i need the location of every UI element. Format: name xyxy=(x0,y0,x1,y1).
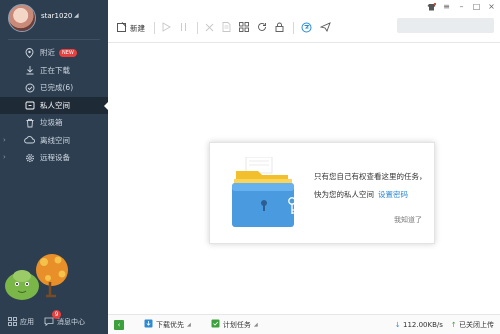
paper-plane-icon xyxy=(319,22,331,34)
menu-icon[interactable]: ≡ xyxy=(442,2,451,11)
skin-icon[interactable] xyxy=(427,2,436,11)
sidebar-item-label: 已完成(6) xyxy=(40,83,74,93)
arrow-up-icon: ↑ xyxy=(450,321,457,329)
sidebar-item-offline-space[interactable]: › 离线空间 xyxy=(0,132,108,150)
scheduled-tasks-button[interactable]: 计划任务 ◢ xyxy=(211,319,258,330)
grid-icon xyxy=(239,22,249,34)
got-it-button[interactable]: 我知道了 xyxy=(394,215,422,225)
lock-icon xyxy=(275,22,284,34)
chevron-right-icon[interactable]: › xyxy=(3,136,6,144)
apps-label: 应用 xyxy=(20,318,34,326)
apps-button[interactable]: 应用 xyxy=(8,316,34,328)
new-badge: NEW xyxy=(59,48,77,57)
new-task-label: 新建 xyxy=(130,23,145,33)
share-button[interactable] xyxy=(317,18,334,38)
sidebar-item-label: 正在下载 xyxy=(40,65,70,75)
sidebar-item-label: 垃圾箱 xyxy=(40,118,63,128)
user-menu-caret-icon[interactable]: ◢ xyxy=(74,12,79,19)
turbo-icon xyxy=(301,22,312,35)
location-icon xyxy=(24,47,35,58)
new-task-button[interactable]: 新建 xyxy=(114,18,148,38)
scheduled-tasks-icon xyxy=(211,319,220,330)
message-center-button[interactable]: 9 消息中心 xyxy=(44,309,85,328)
delete-button[interactable] xyxy=(202,18,217,38)
download-priority-label: 下载优先 xyxy=(156,320,184,329)
message-count-badge: 9 xyxy=(52,309,61,319)
message-icon xyxy=(44,317,54,328)
sidebar-nav: 附近 NEW 正在下载 已完成(6) 私人空间 垃圾箱 › 离线空间 › 远程设… xyxy=(0,44,109,167)
caret-icon: ◢ xyxy=(253,321,258,328)
turbo-button[interactable] xyxy=(298,18,315,38)
toolbar-divider xyxy=(108,42,500,43)
speed-info: ↓ 112.00KB/s ↑ 已关闭上传 xyxy=(395,320,494,330)
dialog-message-line2: 快为您的私人空间 设置密码 xyxy=(314,189,408,200)
sidebar: star1020 ◢ 附近 NEW 正在下载 已完成(6) 私人空间 垃圾箱 ›… xyxy=(0,0,109,334)
lock-button[interactable] xyxy=(272,18,287,38)
dialog-message-line1: 只有您自己有权查看这里的任务， xyxy=(314,172,427,181)
download-speed-value: 112.00KB/s xyxy=(402,321,443,329)
collapse-sidebar-icon[interactable]: ‹ xyxy=(114,319,124,330)
cloud-icon xyxy=(24,135,35,146)
download-priority-icon xyxy=(144,319,153,330)
sidebar-item-label: 离线空间 xyxy=(40,135,70,145)
play-icon xyxy=(162,22,171,34)
username[interactable]: star1020 xyxy=(41,12,72,20)
chevron-right-icon[interactable]: › xyxy=(3,153,6,161)
document-button[interactable] xyxy=(219,18,234,38)
toolbar-separator xyxy=(293,22,294,34)
new-task-icon xyxy=(117,22,127,34)
sidebar-item-private-space[interactable]: 私人空间 xyxy=(0,96,109,114)
pause-button[interactable] xyxy=(176,18,191,38)
sidebar-item-trash[interactable]: 垃圾箱 xyxy=(0,114,108,132)
lock-icon xyxy=(24,100,35,111)
safe-folder-illustration xyxy=(232,157,296,227)
sidebar-item-nearby[interactable]: 附近 NEW xyxy=(0,44,108,62)
status-bar: ‹ 下载优先 ◢ 计划任务 ◢ ↓ 112.00KB/s ↑ 已关闭上传 xyxy=(108,314,500,334)
message-center-label: 消息中心 xyxy=(57,318,85,326)
toolbar-separator xyxy=(197,22,198,34)
arrow-down-icon: ↓ xyxy=(394,321,401,329)
upload-status[interactable]: ↑ 已关闭上传 xyxy=(451,320,494,330)
refresh-icon xyxy=(257,22,267,34)
window-controls: ≡ – □ × xyxy=(427,2,496,11)
divider xyxy=(8,39,100,40)
profile-area[interactable]: star1020 ◢ xyxy=(0,0,108,36)
maximize-icon[interactable]: □ xyxy=(472,2,481,11)
dialog-message-text: 快为您的私人空间 xyxy=(314,190,374,199)
sidebar-item-label: 私人空间 xyxy=(40,100,70,110)
close-x-icon xyxy=(205,23,214,34)
gear-icon xyxy=(24,152,35,163)
trash-icon xyxy=(24,117,35,128)
start-button[interactable] xyxy=(159,18,174,38)
pause-icon xyxy=(179,22,188,34)
document-icon xyxy=(222,22,231,34)
sidebar-item-label: 远程设备 xyxy=(40,153,70,163)
caret-icon: ◢ xyxy=(187,321,191,328)
sidebar-item-downloading[interactable]: 正在下载 xyxy=(0,62,108,80)
download-icon xyxy=(24,65,35,76)
private-space-dialog: 只有您自己有权查看这里的任务， 快为您的私人空间 设置密码 我知道了 xyxy=(209,142,435,244)
grid-view-button[interactable] xyxy=(236,18,252,38)
grid-icon xyxy=(8,316,17,328)
download-speed: ↓ 112.00KB/s xyxy=(395,321,443,329)
refresh-button[interactable] xyxy=(254,18,270,38)
sidebar-bottom-bar: 应用 9 消息中心 xyxy=(0,309,108,334)
sidebar-item-label: 附近 xyxy=(40,48,55,58)
sidebar-item-remote-devices[interactable]: › 远程设备 xyxy=(0,149,108,167)
search-input[interactable] xyxy=(397,18,494,33)
avatar[interactable] xyxy=(8,4,36,32)
minimize-icon[interactable]: – xyxy=(457,2,466,11)
download-priority-button[interactable]: 下载优先 ◢ xyxy=(144,319,191,330)
sidebar-item-completed[interactable]: 已完成(6) xyxy=(0,79,108,97)
mascot-illustration[interactable] xyxy=(2,246,74,304)
close-icon[interactable]: × xyxy=(487,2,496,11)
set-password-link[interactable]: 设置密码 xyxy=(378,190,408,199)
check-circle-icon xyxy=(24,82,35,93)
toolbar-separator xyxy=(154,22,155,34)
upload-status-value: 已关闭上传 xyxy=(459,321,494,329)
scheduled-tasks-label: 计划任务 xyxy=(222,320,251,329)
